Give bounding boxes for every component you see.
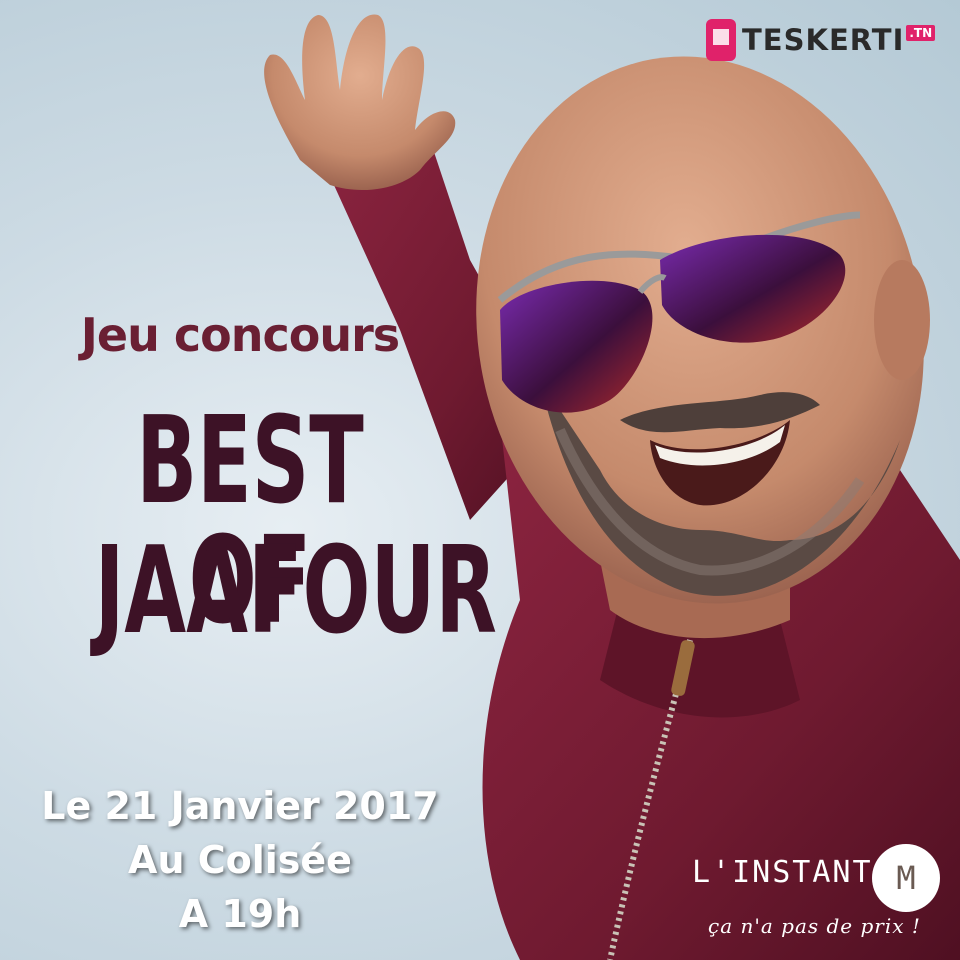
teskerti-logo: TESKERTI .TN (706, 18, 936, 62)
event-time: A 19h (178, 892, 302, 936)
instant-m-tagline: ça n'a pas de prix ! (708, 914, 921, 938)
teskerti-suffix: .TN (906, 25, 936, 41)
teskerti-brand: TESKERTI (742, 23, 905, 57)
instant-m-badge: M (872, 844, 940, 912)
show-title-line2: JAAFOUR (94, 522, 497, 661)
ticket-app-icon (706, 19, 736, 61)
event-date: Le 21 Janvier 2017 (41, 784, 439, 828)
event-venue: Au Colisée (128, 838, 352, 882)
promo-poster: Jeu concours BEST OF JAAFOUR Le 21 Janvi… (0, 0, 960, 960)
contest-subtitle: Jeu concours (80, 308, 400, 362)
instant-m-name: L'INSTANT (692, 855, 873, 890)
